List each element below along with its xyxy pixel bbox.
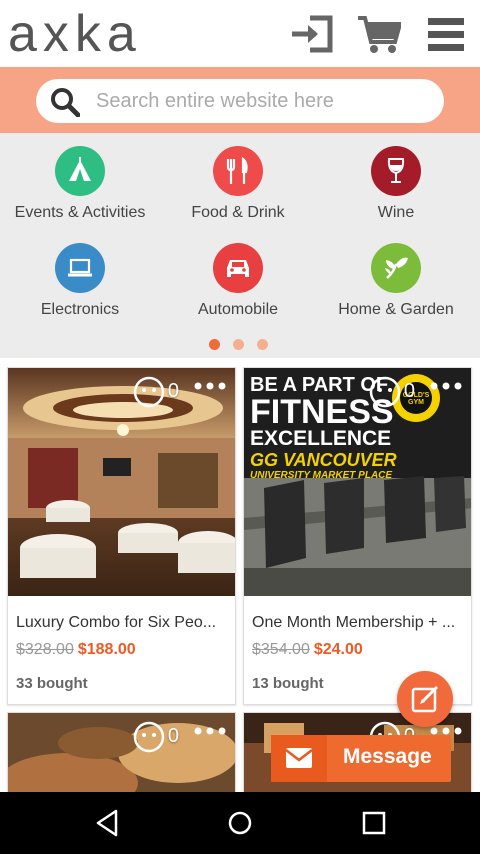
deal-title[interactable]: Luxury Combo for Six Peo... — [16, 614, 231, 632]
category-wine[interactable]: Wine — [316, 146, 476, 222]
cart-icon[interactable] — [357, 14, 403, 54]
pager-dot[interactable] — [233, 339, 244, 350]
deal-card[interactable]: 0 Luxury Combo for Six Peo... $328.00 $18… — [7, 367, 236, 705]
category-label: Home & Garden — [338, 301, 454, 318]
category-events-activities[interactable]: Events & Activities — [0, 146, 160, 222]
mail-icon — [271, 735, 327, 782]
comment-count: 0 — [167, 725, 179, 747]
comment-face-icon[interactable] — [369, 376, 401, 408]
cutlery-icon — [213, 146, 263, 196]
sign-in-icon[interactable] — [290, 14, 334, 54]
category-grid: Events & Activities Food & Drink Wine El… — [0, 133, 480, 358]
app-header: axka — [0, 0, 480, 67]
bought-count: 33 bought — [16, 675, 88, 692]
more-options-icon[interactable] — [193, 721, 227, 741]
plant-icon — [371, 243, 421, 293]
message-label: Message — [343, 745, 432, 768]
ad-location: GG VANCOUVER — [250, 450, 397, 470]
search-input[interactable] — [96, 79, 426, 123]
sale-price: $24.00 — [313, 641, 363, 658]
axka-logo[interactable]: axka — [8, 6, 142, 62]
more-options-icon[interactable] — [193, 376, 227, 396]
category-label: Automobile — [197, 301, 279, 318]
laptop-icon — [55, 243, 105, 293]
category-label: Electronics — [40, 301, 120, 318]
comment-face-icon[interactable] — [133, 721, 165, 753]
bought-count: 13 bought — [252, 675, 324, 692]
sale-price: $188.00 — [77, 641, 136, 658]
pager-dot[interactable] — [257, 339, 268, 350]
gym-ad-image: BE A PART OF FITNESS EXCELLENCE GG VANCO… — [244, 368, 471, 596]
category-food-drink[interactable]: Food & Drink — [158, 146, 318, 222]
carousel-pager — [209, 339, 273, 351]
category-automobile[interactable]: Automobile — [158, 243, 318, 319]
comment-count: 0 — [403, 380, 415, 402]
original-price: $354.00 — [252, 641, 310, 658]
category-electronics[interactable]: Electronics — [0, 243, 160, 319]
ad-location-detail: UNIVERSITY MARKET PLACE — [250, 470, 393, 481]
home-icon[interactable] — [225, 808, 255, 838]
category-home-garden[interactable]: Home & Garden — [316, 243, 476, 319]
wine-glass-icon — [371, 146, 421, 196]
back-icon[interactable] — [92, 808, 122, 838]
restaurant-photo: 0 — [8, 368, 235, 596]
deal-price: $354.00 $24.00 — [252, 641, 363, 659]
system-nav-bar — [0, 792, 480, 854]
search-icon[interactable] — [50, 87, 81, 118]
deal-title[interactable]: One Month Membership + ... — [252, 614, 467, 632]
category-label: Events & Activities — [14, 204, 146, 221]
original-price: $328.00 — [16, 641, 74, 658]
compose-button[interactable] — [397, 671, 453, 727]
search-band — [0, 67, 480, 133]
food-photo: 0 — [8, 713, 235, 792]
pager-dot-active[interactable] — [209, 339, 220, 350]
deal-card[interactable]: BE A PART OF FITNESS EXCELLENCE GG VANCO… — [243, 367, 472, 705]
comment-count: 0 — [167, 380, 179, 402]
message-button[interactable]: Message — [271, 735, 451, 782]
ad-subtitle: EXCELLENCE — [250, 427, 392, 450]
tent-icon — [55, 146, 105, 196]
search-box[interactable] — [36, 79, 444, 123]
deal-card[interactable]: 0 — [7, 712, 236, 792]
category-label: Food & Drink — [191, 204, 285, 221]
car-icon — [213, 243, 263, 293]
deals-grid: 0 Luxury Combo for Six Peo... $328.00 $18… — [0, 358, 480, 792]
more-options-icon[interactable] — [429, 376, 463, 396]
recents-icon[interactable] — [359, 808, 389, 838]
edit-icon — [411, 685, 439, 713]
comment-face-icon[interactable] — [133, 376, 165, 408]
deal-price: $328.00 $188.00 — [16, 641, 136, 659]
menu-icon[interactable] — [426, 14, 466, 54]
category-label: Wine — [377, 204, 415, 221]
